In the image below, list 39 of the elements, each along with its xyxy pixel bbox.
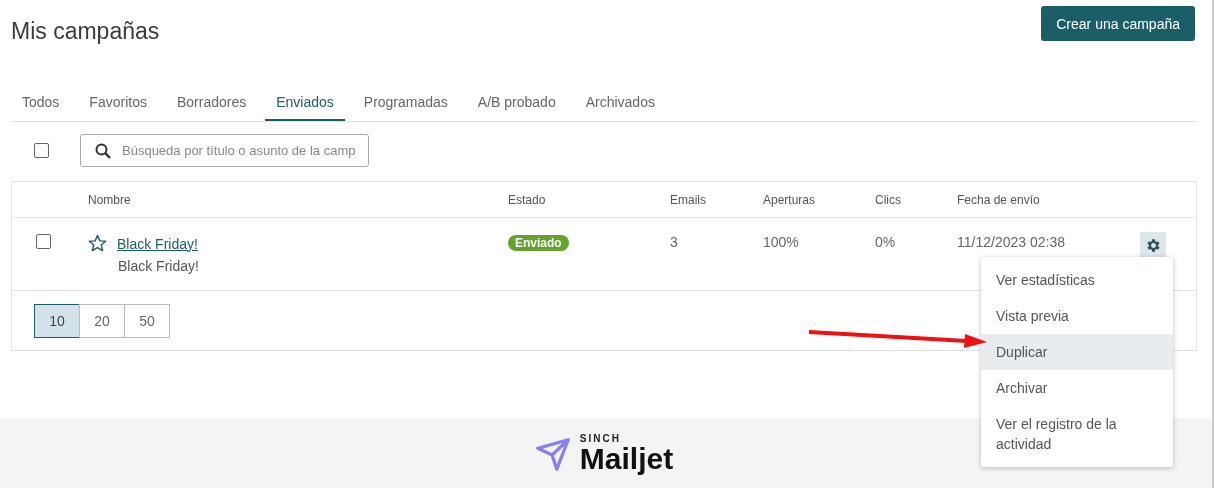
tab[interactable]: Programadas (352, 84, 459, 121)
campaign-subject: Black Friday! (118, 258, 200, 274)
tab[interactable]: A/B probado (466, 84, 567, 121)
column-header: Fecha de envío (957, 192, 1041, 207)
table-cell-text: 0% (875, 234, 897, 250)
status-badge: Enviado (508, 235, 569, 251)
campaign-link[interactable]: Black Friday! (117, 235, 198, 252)
tab[interactable]: Archivados (574, 84, 666, 121)
menu-item[interactable]: Ver estadísticas (981, 262, 1173, 298)
menu-item[interactable]: Duplicar (981, 334, 1173, 370)
tab[interactable]: Enviados (265, 84, 345, 121)
column-header: Nombre (88, 192, 132, 207)
brand-subtitle: SINCH (579, 434, 622, 444)
page-title: Mis campañas (11, 18, 160, 45)
settings-icon (1144, 236, 1162, 254)
star-icon[interactable] (88, 234, 107, 253)
table-cell-text: 11/12/2023 02:38 (957, 234, 1066, 250)
column-header: Estado (508, 192, 547, 207)
tab[interactable]: Borradores (165, 84, 258, 121)
menu-item[interactable]: Archivar (981, 370, 1173, 406)
create-campaign-button[interactable]: Crear una campaña (1041, 6, 1195, 41)
select-all-checkbox[interactable] (34, 142, 49, 158)
column-header: Clics (875, 192, 902, 207)
tab[interactable]: Todos (11, 84, 71, 121)
search-field[interactable]: Búsqueda por título o asunto de la camp (80, 133, 369, 167)
column-header: Emails (670, 192, 707, 207)
table-cell-text: 3 (670, 234, 679, 250)
brand-name: Mailjet (579, 444, 674, 474)
page-size-button[interactable]: 10 (34, 304, 80, 338)
row-checkbox[interactable] (36, 234, 51, 249)
column-header: Aperturas (763, 192, 817, 207)
page-size-button[interactable]: 20 (79, 304, 125, 338)
settings-button[interactable] (1140, 232, 1166, 258)
table-cell-text: 100% (763, 234, 800, 250)
menu-item[interactable]: Vista previa (981, 298, 1173, 334)
tab[interactable]: Favoritos (78, 84, 158, 121)
paper-plane-icon (533, 435, 572, 473)
menu-item[interactable]: Ver el registro de la actividad (981, 406, 1173, 462)
page-size-button[interactable]: 50 (124, 304, 170, 338)
